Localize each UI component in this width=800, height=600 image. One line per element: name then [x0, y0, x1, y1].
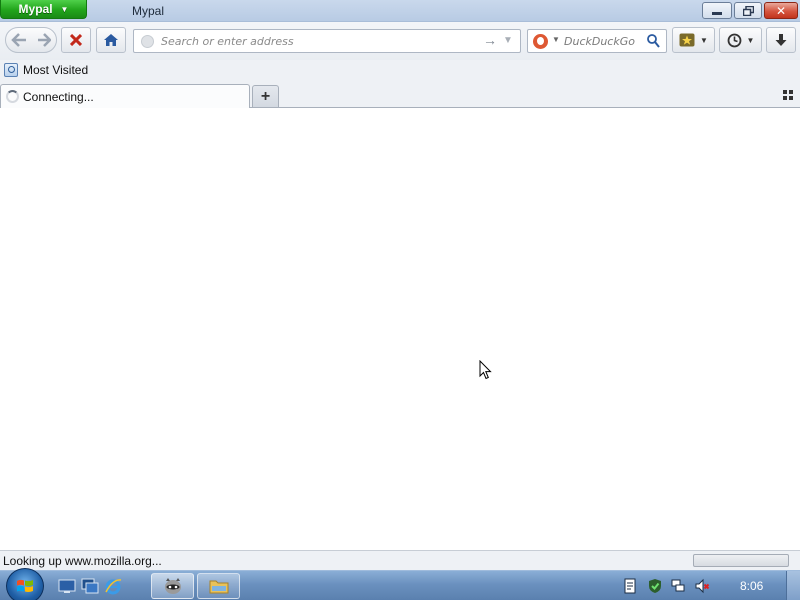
status-text: Looking up www.mozilla.org... — [3, 554, 162, 568]
history-button[interactable]: ▼ — [719, 27, 762, 53]
url-input[interactable] — [161, 33, 471, 49]
restore-icon — [742, 5, 754, 16]
arrow-right-icon — [38, 33, 51, 47]
page-content[interactable] — [0, 108, 800, 550]
stop-icon — [70, 34, 82, 46]
history-dropdown-icon[interactable]: ▼ — [503, 35, 513, 46]
folder-icon — [209, 580, 228, 594]
app-menu-button[interactable]: Mypal ▼ — [0, 0, 87, 19]
windows-logo-icon — [17, 579, 33, 593]
search-input[interactable] — [564, 33, 644, 49]
minimize-button[interactable] — [702, 2, 732, 19]
internet-explorer-icon[interactable] — [104, 577, 122, 595]
app-menu-label: Mypal — [18, 2, 53, 16]
bookmark-most-visited[interactable]: Most Visited — [4, 63, 88, 77]
duckduckgo-icon[interactable] — [533, 34, 548, 49]
network-icon[interactable] — [670, 578, 686, 594]
taskbar-explorer-button[interactable] — [197, 573, 240, 599]
downloads-button[interactable] — [766, 27, 796, 53]
bookmarks-toolbar: Most Visited — [0, 60, 800, 82]
minimize-icon — [712, 11, 722, 15]
home-icon — [104, 34, 118, 46]
bookmarks-menu-button[interactable]: ▼ — [672, 27, 715, 53]
window-title: Mypal — [132, 4, 165, 18]
new-tab-button[interactable]: + — [252, 85, 279, 107]
forward-button[interactable] — [34, 29, 54, 51]
security-shield-icon[interactable] — [647, 578, 663, 594]
tray-document-icon[interactable] — [622, 578, 638, 594]
status-progress-bar — [693, 554, 789, 567]
mypal-raccoon-icon — [164, 578, 181, 594]
tab-active[interactable]: Connecting... — [0, 84, 250, 108]
tab-label: Connecting... — [23, 89, 94, 104]
restore-button[interactable] — [734, 2, 762, 19]
smart-folder-icon — [4, 63, 18, 77]
taskbar-mypal-button[interactable] — [151, 573, 194, 599]
switch-windows-icon[interactable] — [81, 577, 99, 595]
chevron-down-icon: ▼ — [700, 35, 708, 45]
volume-muted-icon[interactable] — [694, 578, 710, 594]
bookmark-star-icon — [679, 33, 695, 47]
site-identity-icon[interactable] — [141, 35, 154, 48]
go-arrow-icon[interactable]: → — [483, 32, 497, 48]
clock-icon — [727, 33, 741, 47]
taskbar-clock[interactable]: 8:06 — [740, 579, 763, 593]
chevron-down-icon: ▼ — [746, 35, 755, 45]
back-button[interactable] — [8, 29, 30, 51]
show-desktop-button[interactable] — [786, 571, 800, 600]
arrow-left-icon — [11, 33, 26, 47]
mouse-pointer-icon — [479, 360, 492, 380]
plus-icon: + — [260, 87, 271, 105]
show-desktop-icon[interactable] — [58, 577, 76, 595]
status-bar: Looking up www.mozilla.org... — [0, 550, 800, 570]
search-icon[interactable] — [646, 33, 660, 49]
nav-toolbar: → ▼ ▼ ▼ ▼ — [0, 22, 800, 60]
bookmark-label: Most Visited — [23, 63, 89, 77]
close-icon: ✕ — [775, 3, 787, 18]
download-arrow-icon — [775, 33, 787, 46]
back-forward-group — [5, 27, 57, 53]
home-button[interactable] — [96, 27, 126, 53]
engine-dropdown-icon[interactable]: ▼ — [552, 35, 560, 44]
loading-throbber-icon — [6, 90, 19, 103]
url-bar[interactable]: → ▼ — [133, 29, 521, 53]
list-all-tabs-icon[interactable] — [783, 90, 795, 102]
title-bar: Mypal ▼ Mypal ✕ — [0, 0, 800, 22]
tab-strip: Connecting... + — [0, 82, 800, 108]
taskbar: 8:06 — [0, 568, 800, 600]
search-bar[interactable]: ▼ — [527, 29, 667, 53]
chevron-down-icon: ▼ — [60, 4, 69, 14]
stop-button[interactable] — [61, 27, 91, 53]
close-button[interactable]: ✕ — [764, 2, 798, 19]
start-button[interactable] — [6, 568, 44, 600]
